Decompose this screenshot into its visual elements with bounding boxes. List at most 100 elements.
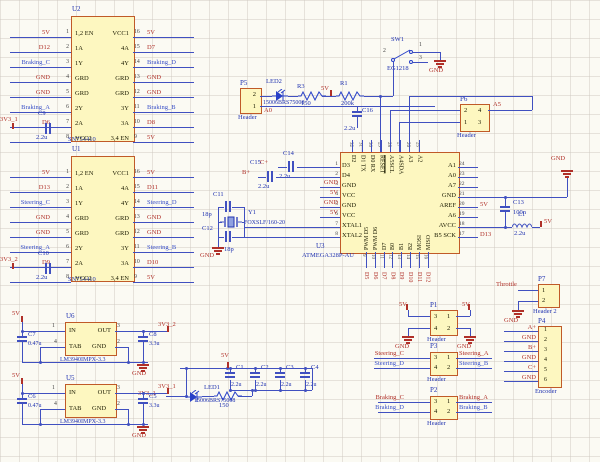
mcu-bottom-pins: PWM D5 9 D5 PWM D6 10 D6 D7 11 D7 B0 12 … <box>362 252 432 292</box>
capacitor-icon[interactable] <box>250 371 260 379</box>
pin-number: 4 <box>434 364 437 371</box>
capacitor-icon[interactable] <box>224 231 232 242</box>
wire <box>242 222 244 223</box>
gnd-symbol-icon <box>434 60 446 62</box>
capacitor-icon[interactable] <box>17 335 27 343</box>
pin-number: 13 <box>396 254 401 259</box>
designator: U3 <box>316 243 325 250</box>
pin-name: A5SCL <box>388 155 394 191</box>
net-label: D8 <box>389 272 395 294</box>
gnd-symbol-icon <box>212 247 224 249</box>
wire <box>378 412 430 413</box>
pin-name: A0 <box>428 172 456 179</box>
pin-number: 2 <box>544 337 547 343</box>
pin-number: 3 <box>434 398 437 405</box>
capacitor-icon[interactable] <box>138 397 148 405</box>
pin-number: 12 <box>134 89 144 95</box>
wire <box>244 227 320 228</box>
wire <box>352 140 353 152</box>
inductor-l1[interactable] <box>512 221 532 229</box>
designator: P1 <box>430 302 437 309</box>
wire <box>567 178 568 197</box>
pin-name: 4Y <box>103 60 129 67</box>
pin-name: 2A <box>75 120 83 127</box>
pin-number: 3 <box>434 354 437 361</box>
wire <box>504 331 538 332</box>
wire <box>320 197 340 198</box>
net-label: Braking_D <box>362 405 404 412</box>
pin-name: VCC1 <box>103 30 129 37</box>
junction-dot <box>127 361 130 364</box>
capacitor-icon[interactable] <box>287 161 295 172</box>
capacitor-icon[interactable] <box>225 371 235 379</box>
pin-number: 3 <box>544 347 547 353</box>
pin-number: 11 <box>379 254 384 259</box>
designator: P5 <box>240 80 247 87</box>
wire <box>456 402 492 403</box>
wire <box>218 207 219 247</box>
net-label: GND <box>147 214 161 221</box>
wire <box>401 252 402 268</box>
capacitor-icon[interactable] <box>275 371 285 379</box>
wire <box>320 237 340 238</box>
net-label: D13 <box>480 231 491 238</box>
pin-number: 2 <box>447 325 450 332</box>
designator: P3 <box>430 343 437 350</box>
capacitor-icon[interactable] <box>352 110 362 118</box>
pin-name: 1A <box>75 185 83 192</box>
pin-number: 15 <box>414 254 419 259</box>
pin-row: GRD 13 GND <box>103 213 200 228</box>
capacitor-icon[interactable] <box>266 171 274 182</box>
pin-name: A4SDA <box>398 155 404 191</box>
wire <box>504 381 538 382</box>
capacitor-icon[interactable] <box>224 201 232 212</box>
pin-name: TAB <box>69 343 81 350</box>
pin-row: Steering_C 3 1Y <box>4 198 101 213</box>
capacitor-icon[interactable] <box>300 371 310 379</box>
capacitor-icon[interactable] <box>17 397 27 405</box>
cap-designator: C16 <box>362 108 373 115</box>
pin-name: VCC <box>342 212 355 219</box>
cap-value: 2.2u <box>231 382 242 388</box>
pin-name: GRD <box>103 230 129 237</box>
ic-u2-sn754410[interactable]: U2 SN754410 5V 1 1,2 EN D12 2 1A Braking… <box>4 14 204 164</box>
wire <box>532 96 533 110</box>
pin-row: D13 2 1A <box>4 183 101 198</box>
encoder-pin-row: A+ 1 <box>504 324 554 334</box>
pin-name: 1,2 EN <box>75 30 93 37</box>
pin-row: 4A 15 D11 <box>103 183 200 198</box>
junction-dot <box>279 389 282 392</box>
net-label: D13 <box>4 184 50 191</box>
wire <box>10 52 71 53</box>
wire <box>409 96 532 97</box>
power-tick-icon <box>540 221 542 227</box>
designator: U5 <box>66 375 75 382</box>
junction-dot <box>185 367 188 370</box>
wire <box>412 52 440 53</box>
wire <box>374 368 430 369</box>
capacitor-icon[interactable] <box>44 123 52 134</box>
crystal-y1[interactable] <box>220 216 242 228</box>
capacitor-icon[interactable] <box>138 335 148 343</box>
wire <box>40 409 41 424</box>
cap-designator: C6 <box>28 394 36 401</box>
pin-name: D2 <box>350 155 356 191</box>
net-label: D7 <box>381 272 387 294</box>
wire <box>456 316 470 317</box>
ic-u1-sn754410[interactable]: U1 SN754410 5V 1 1,2 EN D13 2 1A Steerin… <box>4 154 204 304</box>
wire <box>458 227 478 228</box>
wire <box>10 67 71 68</box>
pin-number: 2 <box>246 91 256 98</box>
net-label-3v3_2: 3V3_2 <box>0 257 18 264</box>
pin-name: 2A <box>75 260 83 267</box>
pin-number: 18 <box>459 221 473 227</box>
capacitor-icon[interactable] <box>44 263 52 274</box>
wire <box>22 404 23 424</box>
part-number: ATMEGA328P-AU <box>302 253 354 260</box>
net-label: GND <box>147 89 161 96</box>
capacitor-icon[interactable] <box>500 205 510 213</box>
designator: SW1 <box>391 37 404 44</box>
wire <box>374 358 430 359</box>
net-label: Braking_A <box>459 395 488 402</box>
wire <box>115 409 128 410</box>
